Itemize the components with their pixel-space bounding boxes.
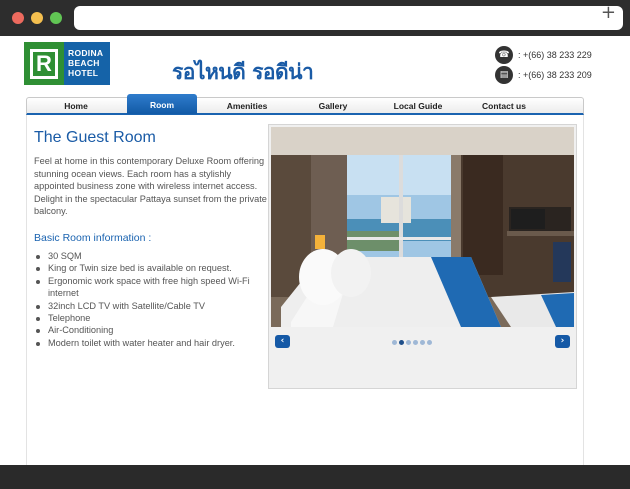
- slider-pagination: [392, 340, 434, 345]
- slide-dot[interactable]: [413, 340, 418, 345]
- room-photo[interactable]: [271, 127, 574, 327]
- browser-toolbar: +: [0, 0, 630, 36]
- list-item: King or Twin size bed is available on re…: [34, 262, 266, 274]
- phone-number: : +(66) 38 233 229: [518, 50, 592, 60]
- hotel-logo[interactable]: R RODINA BEACH HOTEL: [24, 42, 110, 85]
- page-viewport: R RODINA BEACH HOTEL รอไหนดี รอดีน่า ☎ :…: [0, 36, 630, 465]
- main-nav: Home Room Amenities Gallery Local Guide …: [26, 94, 584, 115]
- close-window-icon[interactable]: [12, 12, 24, 24]
- fax-contact: ▤ : +(66) 38 233 209: [495, 66, 592, 84]
- new-tab-plus-icon[interactable]: +: [601, 4, 616, 22]
- room-photo-slider: ‹ ›: [268, 124, 577, 389]
- address-bar[interactable]: [74, 6, 623, 30]
- room-features-list: 30 SQM King or Twin size bed is availabl…: [34, 250, 266, 349]
- fax-number: : +(66) 38 233 209: [518, 70, 592, 80]
- nav-home[interactable]: Home: [61, 98, 91, 114]
- logo-wordmark: RODINA BEACH HOTEL: [64, 42, 110, 85]
- list-item: Telephone: [34, 312, 266, 324]
- fax-icon: ▤: [495, 66, 513, 84]
- thai-slogan: รอไหนดี รอดีน่า: [172, 60, 314, 84]
- nav-room[interactable]: Room: [127, 94, 197, 114]
- phone-icon: ☎: [495, 46, 513, 64]
- slide-dot-active[interactable]: [399, 340, 404, 345]
- browser-bottom-bar: [0, 465, 630, 489]
- room-description: Feel at home in this contemporary Deluxe…: [34, 156, 267, 217]
- nav-local-guide[interactable]: Local Guide: [393, 98, 443, 114]
- logo-line-1: RODINA: [68, 48, 104, 58]
- basic-info-heading: Basic Room information :: [34, 232, 152, 244]
- logo-r-icon: R: [24, 42, 64, 85]
- slider-prev-button[interactable]: ‹: [275, 335, 290, 348]
- list-item: 30 SQM: [34, 250, 266, 262]
- logo-line-3: HOTEL: [68, 68, 99, 78]
- nav-amenities[interactable]: Amenities: [223, 98, 271, 114]
- maximize-window-icon[interactable]: [50, 12, 62, 24]
- list-item: Air-Conditioning: [34, 324, 266, 336]
- slide-dot[interactable]: [392, 340, 397, 345]
- logo-line-2: BEACH: [68, 58, 100, 68]
- nav-gallery[interactable]: Gallery: [317, 98, 349, 114]
- page-title: The Guest Room: [34, 129, 156, 146]
- list-item: Modern toilet with water heater and hair…: [34, 337, 266, 349]
- slide-dot[interactable]: [420, 340, 425, 345]
- nav-contact-us[interactable]: Contact us: [481, 98, 527, 114]
- logo-letter: R: [30, 48, 58, 79]
- minimize-window-icon[interactable]: [31, 12, 43, 24]
- room-photo-illustration: [271, 127, 574, 327]
- list-item: 32inch LCD TV with Satellite/Cable TV: [34, 300, 266, 312]
- slide-dot[interactable]: [406, 340, 411, 345]
- phone-contact: ☎ : +(66) 38 233 229: [495, 46, 592, 64]
- slider-next-button[interactable]: ›: [555, 335, 570, 348]
- list-item: Ergonomic work space with free high spee…: [34, 275, 266, 300]
- slide-dot[interactable]: [427, 340, 432, 345]
